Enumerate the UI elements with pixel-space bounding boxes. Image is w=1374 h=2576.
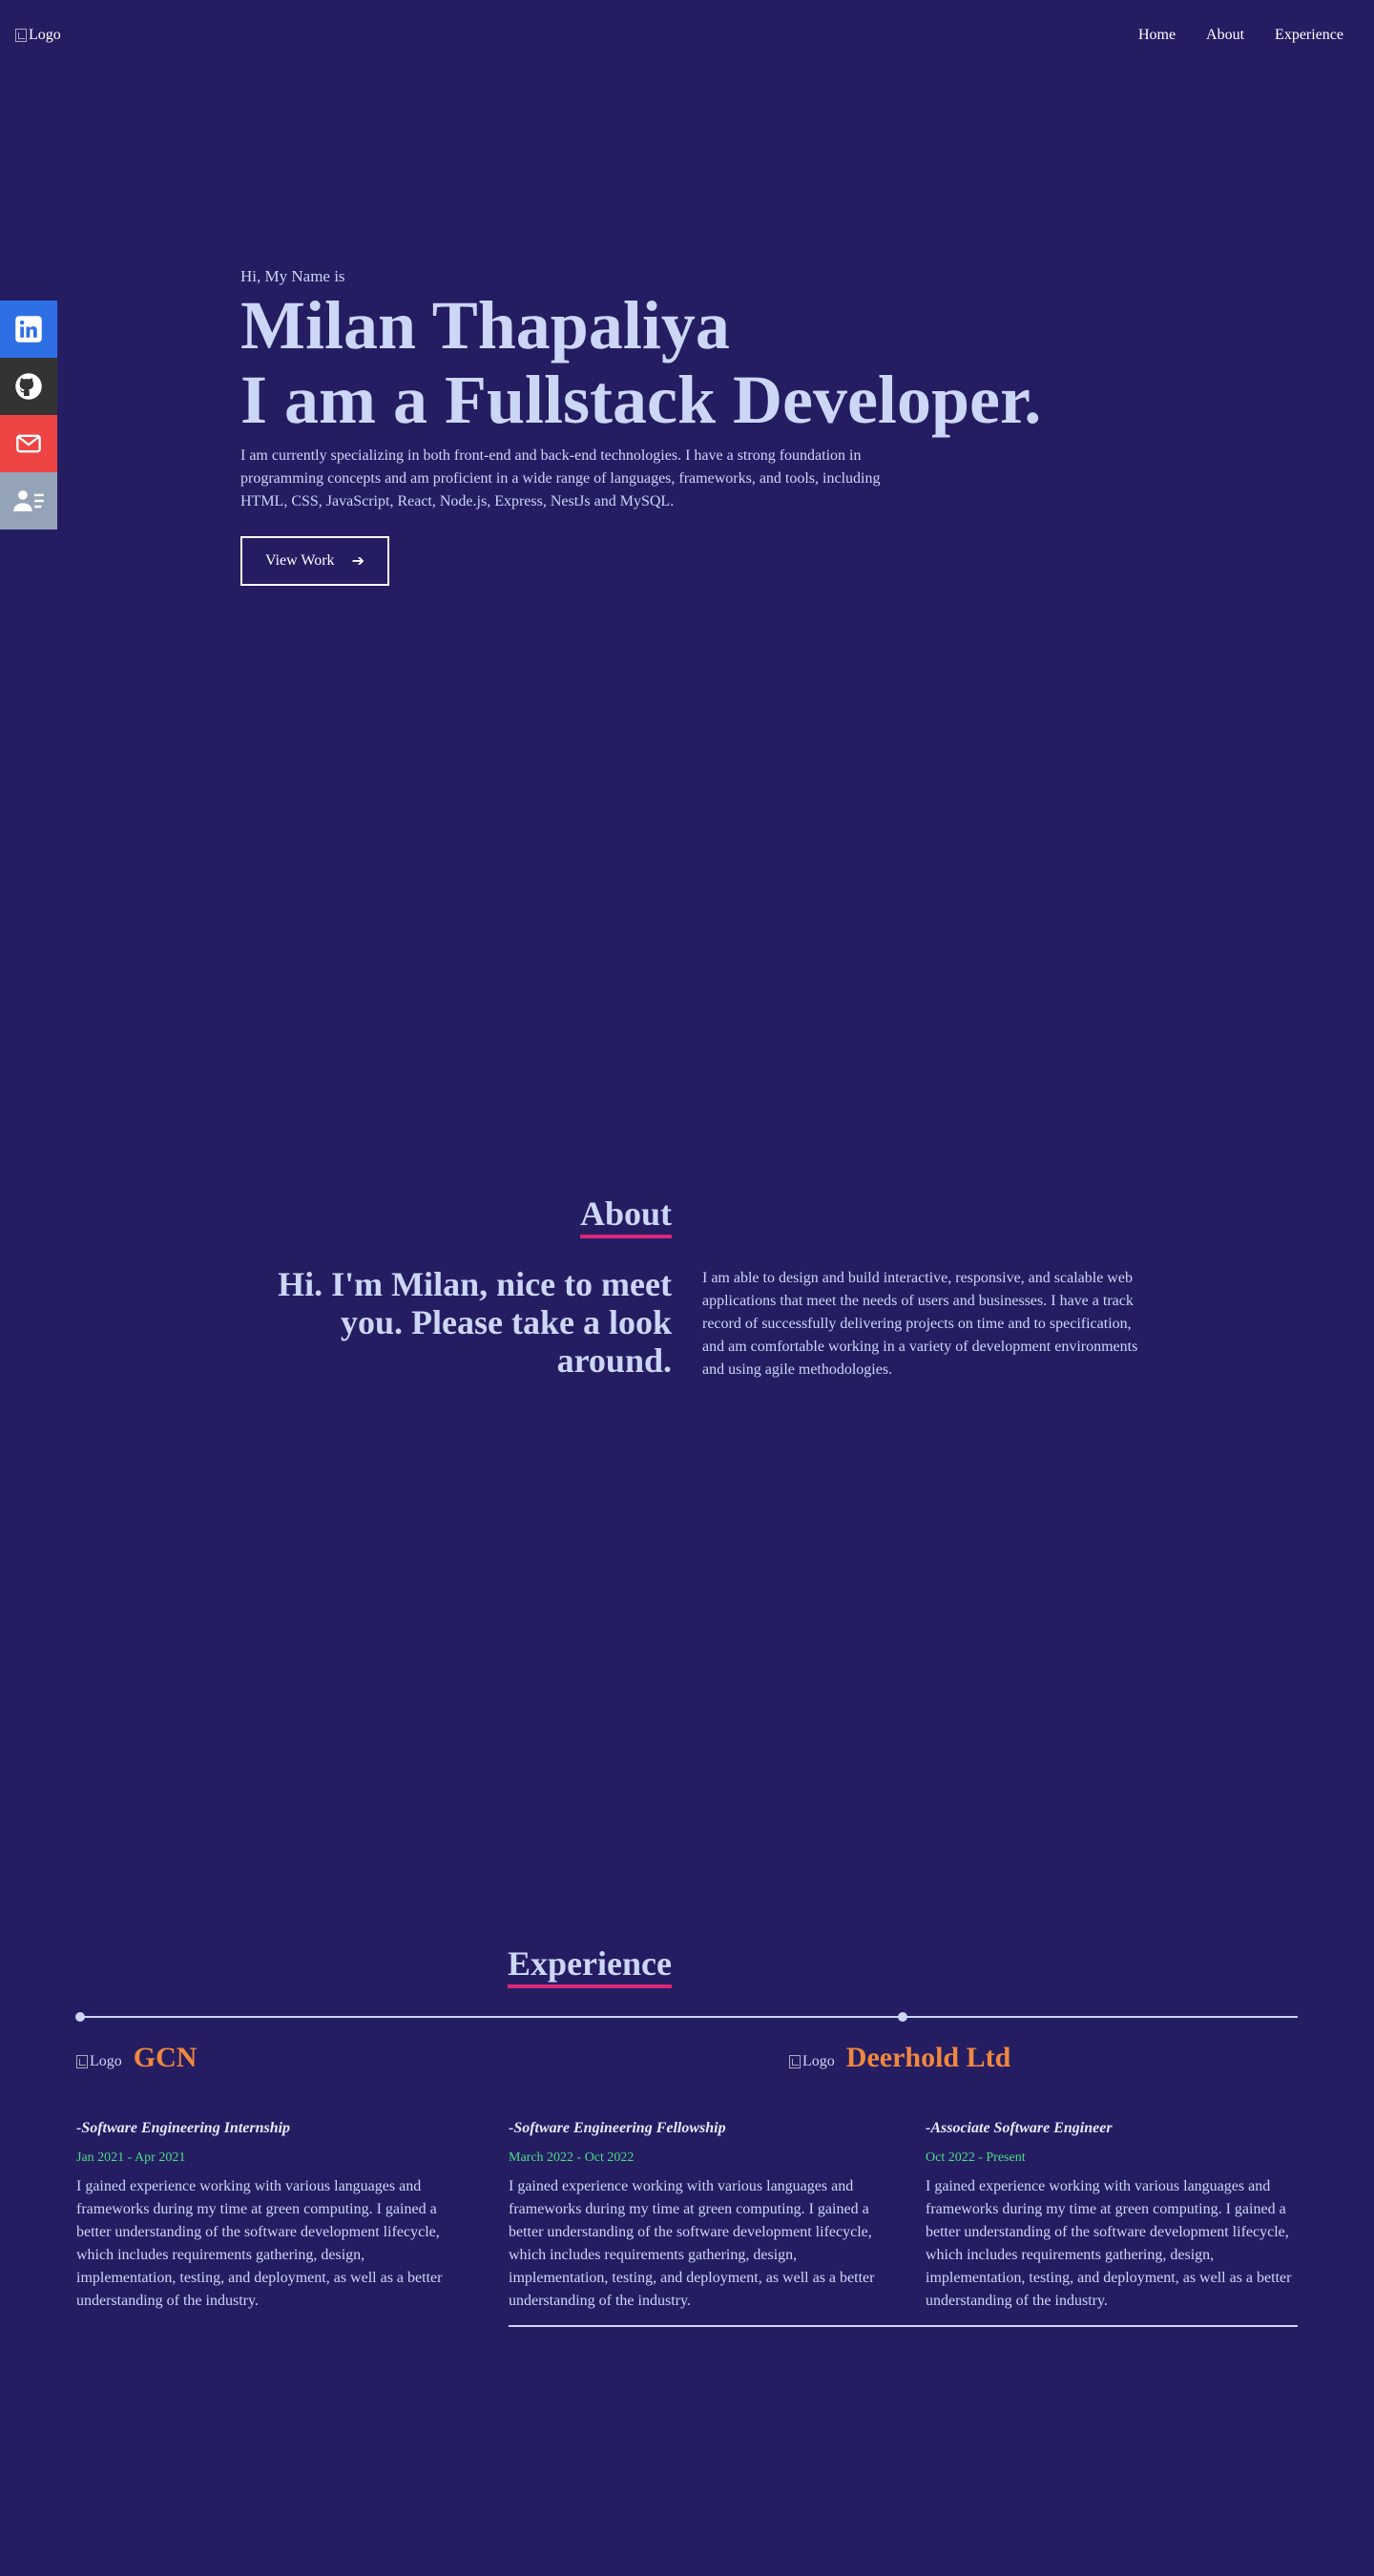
broken-image-icon (789, 2055, 801, 2068)
resume-link[interactable] (0, 472, 57, 530)
arrow-right-icon: ➔ (351, 553, 364, 570)
about-title: About (579, 1195, 672, 1238)
timeline-dot (75, 2012, 85, 2022)
resume-icon (13, 490, 44, 511)
timeline-line (76, 2016, 1298, 2018)
job-role: -Associate Software Engineer (926, 2120, 1113, 2136)
view-work-label: View Work (265, 552, 335, 569)
about-heading: Hi. I'm Milan, nice to meet you. Please … (278, 1265, 672, 1380)
experience-title: Experience (508, 1944, 672, 1988)
top-navbar: Logo Home About Experience (0, 0, 1374, 74)
job-card: -Software Engineering Internship Jan 202… (76, 2120, 468, 2313)
nav-link-about[interactable]: About (1206, 27, 1244, 44)
nav-links: Home About Experience (1138, 27, 1343, 44)
linkedin-link[interactable] (0, 301, 57, 358)
job-description: I gained experience working with various… (509, 2178, 875, 2309)
logo-alt-text: Logo (29, 27, 61, 43)
broken-image-icon (15, 29, 27, 42)
job-card: -Associate Software Engineer Oct 2022 - … (926, 2120, 1317, 2313)
job-dates: March 2022 - Oct 2022 (509, 2150, 635, 2165)
social-sidebar (0, 301, 57, 530)
view-work-button[interactable]: View Work ➔ (240, 536, 389, 586)
about-text: I am able to design and build interactiv… (702, 1270, 1138, 1378)
github-link[interactable] (0, 358, 57, 415)
job-dates: Oct 2022 - Present (926, 2150, 1026, 2165)
mail-icon (16, 434, 41, 453)
company-gcn: Logo GCN (76, 2042, 197, 2074)
company-logo-alt: Logo (802, 2053, 835, 2069)
broken-image-icon (76, 2055, 88, 2068)
job-role: -Software Engineering Internship (76, 2120, 291, 2136)
job-description: I gained experience working with various… (76, 2178, 443, 2309)
divider (509, 2325, 1298, 2327)
company-logo-alt: Logo (90, 2053, 122, 2069)
nav-link-experience[interactable]: Experience (1275, 27, 1343, 44)
hero-section: Hi, My Name is Milan Thapaliya I am a Fu… (240, 267, 1147, 586)
job-description: I gained experience working with various… (926, 2178, 1292, 2309)
job-role: -Software Engineering Fellowship (509, 2120, 726, 2136)
company-name: Deerhold Ltd (845, 2042, 1011, 2073)
hero-tagline: I am a Fullstack Developer. (240, 362, 1042, 438)
email-link[interactable] (0, 415, 57, 472)
hero-greeting: Hi, My Name is (240, 267, 345, 285)
company-name: GCN (133, 2042, 198, 2073)
company-logo: Logo (76, 2053, 122, 2070)
nav-link-home[interactable]: Home (1138, 27, 1176, 44)
company-deerhold: Logo Deerhold Ltd (789, 2042, 1010, 2074)
linkedin-icon (15, 316, 42, 343)
logo[interactable]: Logo (15, 27, 61, 44)
company-logo: Logo (789, 2053, 835, 2070)
job-dates: Jan 2021 - Apr 2021 (76, 2150, 186, 2165)
github-icon (15, 373, 42, 400)
timeline-dot (898, 2012, 907, 2022)
hero-intro: I am currently specializing in both fron… (240, 447, 881, 509)
hero-name: Milan Thapaliya (240, 287, 730, 364)
job-card: -Software Engineering Fellowship March 2… (509, 2120, 900, 2313)
